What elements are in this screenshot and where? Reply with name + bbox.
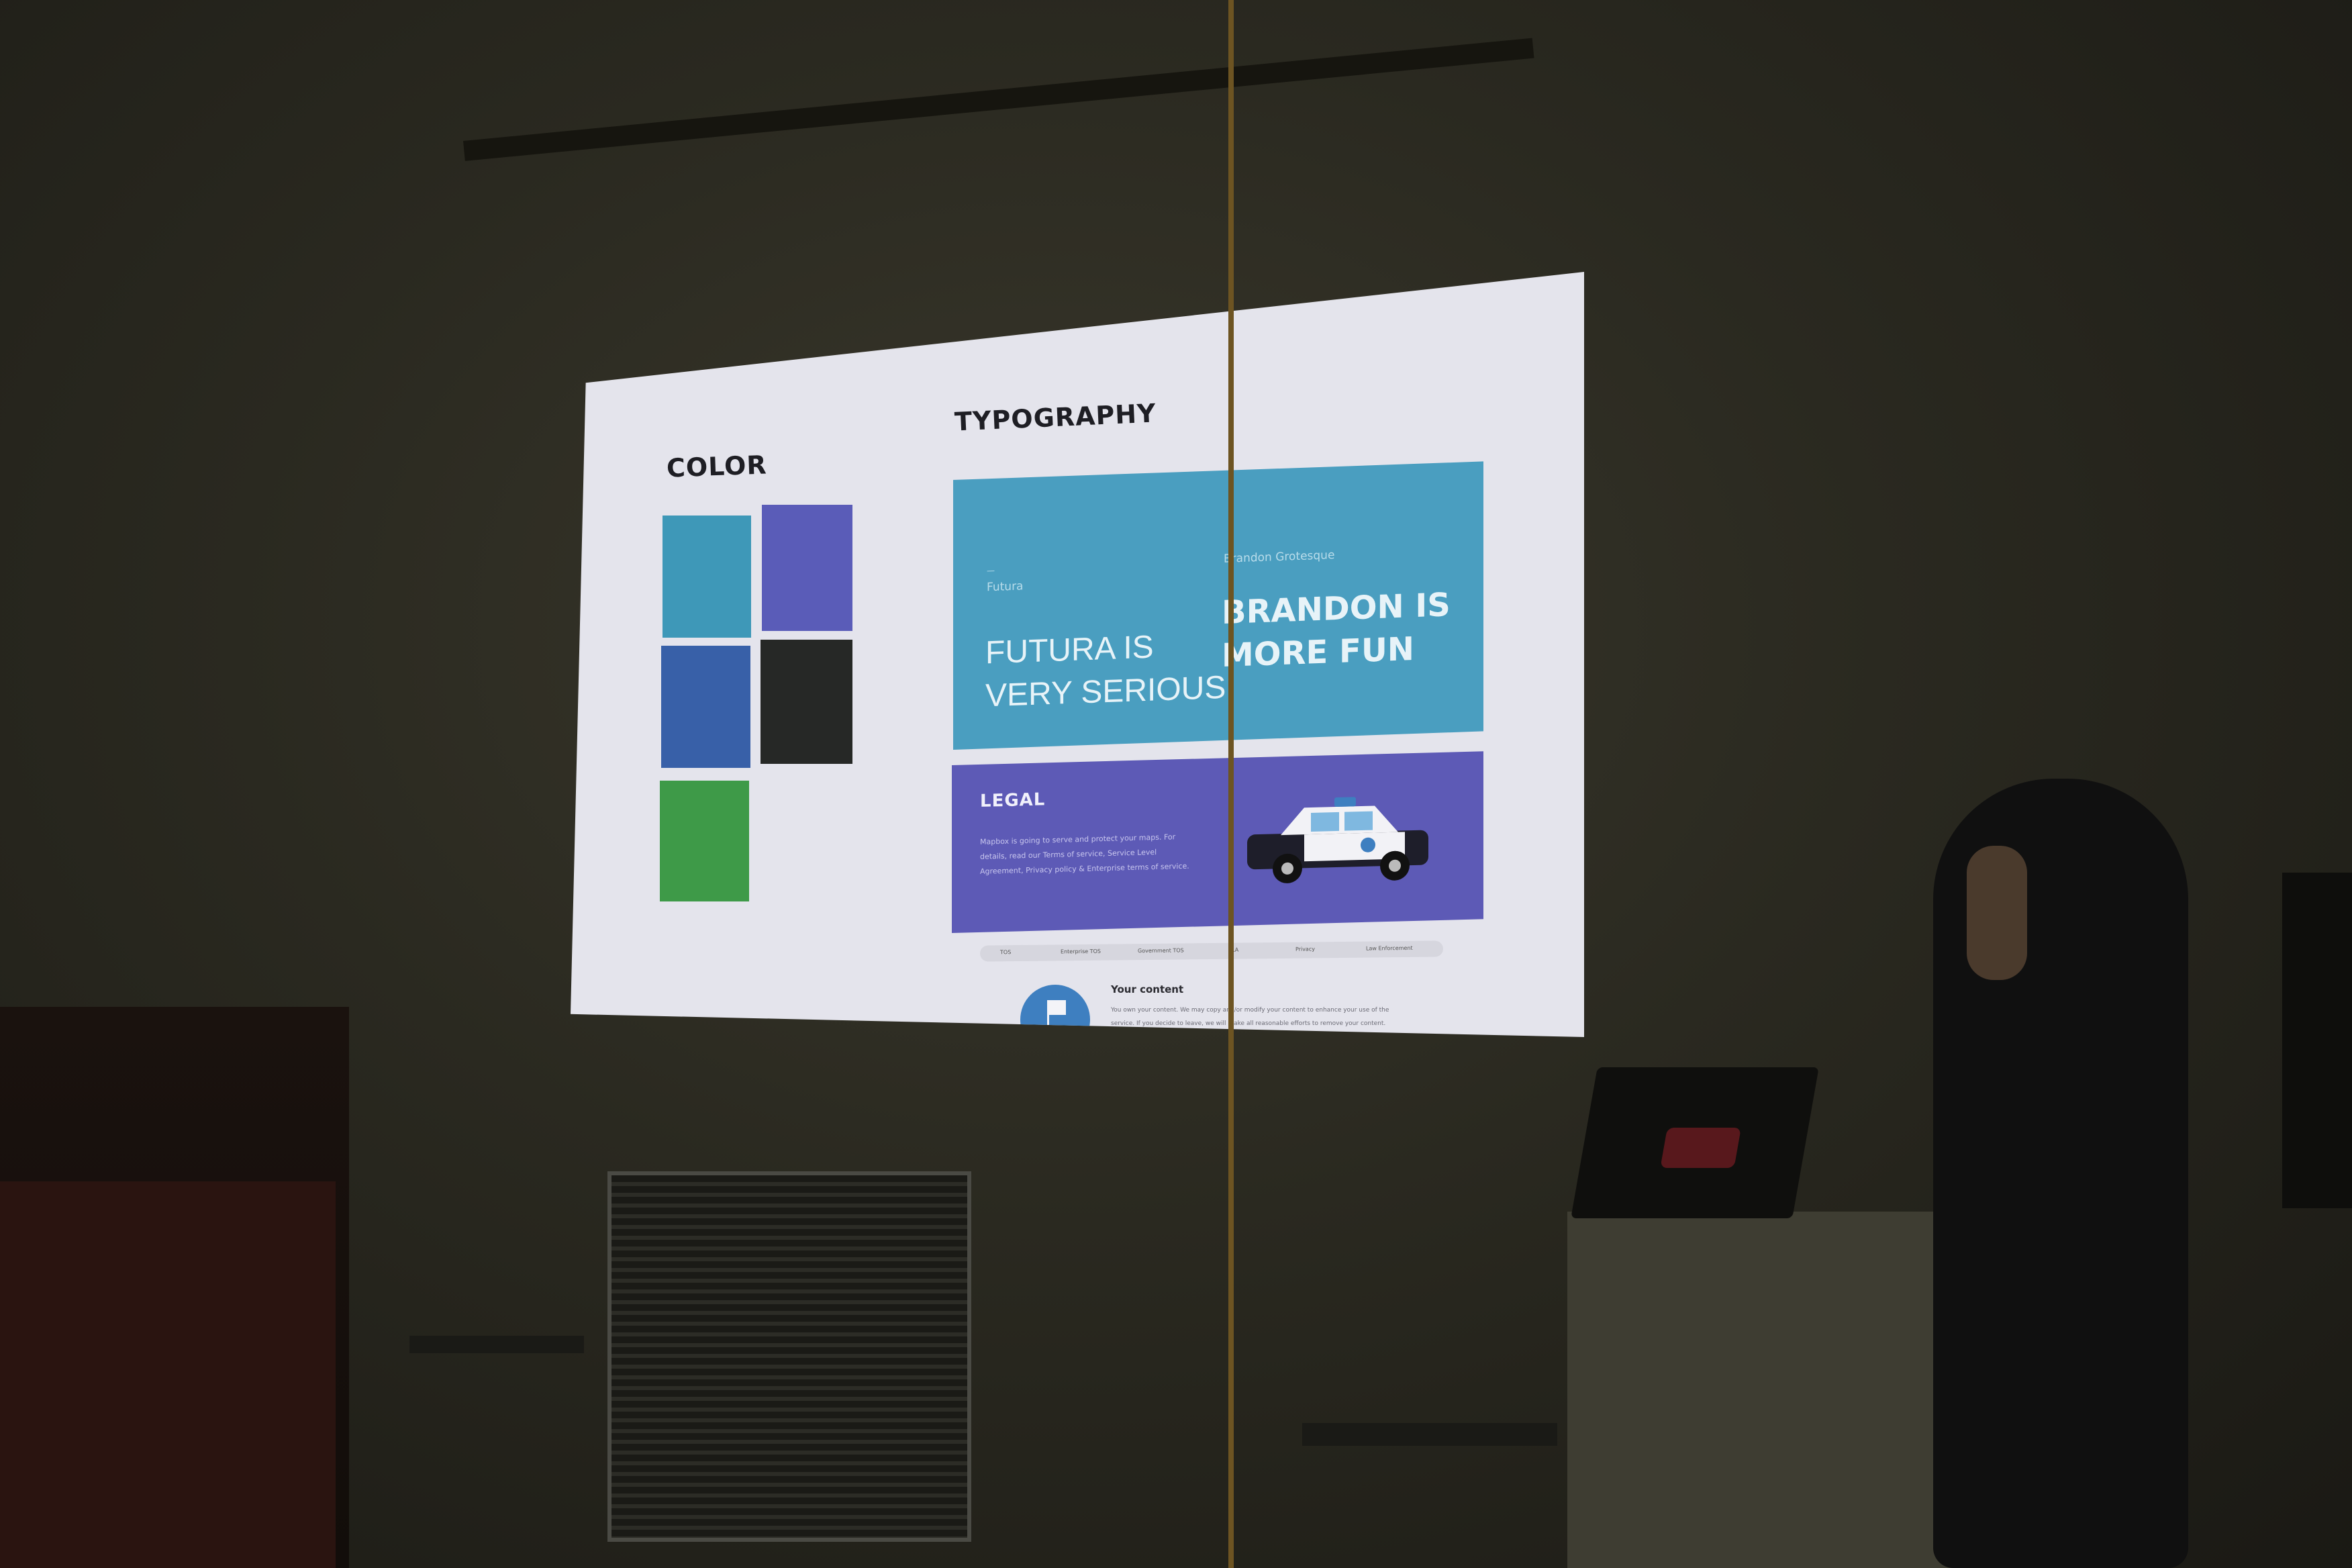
- brandon-sample: BRANDON IS MORE FUN: [1222, 583, 1451, 677]
- stool-right: [1302, 1423, 1557, 1446]
- futura-label: Futura: [987, 579, 1024, 595]
- tab-tos[interactable]: TOS: [1000, 949, 1011, 955]
- color-swatch-purple: [762, 505, 852, 631]
- presenter-face: [1967, 846, 2027, 980]
- color-swatch-green: [660, 781, 749, 901]
- your-content-title: Your content: [1111, 983, 1184, 995]
- podium: [1567, 1212, 1957, 1568]
- tab-privacy[interactable]: Privacy: [1295, 946, 1315, 952]
- futura-small-label: —: [987, 565, 995, 576]
- brandon-line-2: MORE FUN: [1222, 630, 1414, 675]
- typography-card: — Futura Brandon Grotesque FUTURA IS VER…: [953, 461, 1483, 750]
- stool-left: [409, 1336, 584, 1353]
- your-content-text: You own your content. We may copy and/or…: [1111, 1007, 1389, 1027]
- futura-sample: FUTURA IS VERY SERIOUS: [985, 624, 1226, 718]
- tool-cabinet: [0, 1181, 336, 1568]
- tab-law-enforcement[interactable]: Law Enforcement: [1366, 945, 1413, 952]
- tab-enterprise-tos[interactable]: Enterprise TOS: [1061, 948, 1101, 955]
- typography-heading: TYPOGRAPHY: [954, 398, 1157, 437]
- legal-title: LEGAL: [980, 789, 1046, 812]
- legal-card: LEGAL Mapbox is going to serve and prote…: [952, 751, 1483, 933]
- hanging-cord: [1228, 0, 1234, 1568]
- projected-slide: COLOR TYPOGRAPHY — Futura Brandon Grotes…: [571, 272, 1584, 1037]
- laptop-sticker: [1660, 1128, 1741, 1168]
- legal-body: Mapbox is going to serve and protect you…: [980, 832, 1189, 876]
- futura-line-2: VERY SERIOUS: [985, 669, 1226, 714]
- legal-tab-bar[interactable]: TOS Enterprise TOS Government TOS SLA Pr…: [979, 940, 1444, 962]
- police-car-illustration: [1247, 797, 1428, 883]
- color-heading: COLOR: [666, 450, 768, 483]
- color-swatch-blue: [661, 646, 750, 768]
- wall-vent: [607, 1171, 971, 1542]
- color-swatch-dark: [761, 640, 852, 764]
- brandon-label: Brandon Grotesque: [1224, 548, 1335, 566]
- brandon-line-1: BRANDON IS: [1222, 586, 1451, 632]
- laptop: [1571, 1067, 1819, 1218]
- monitor: [2282, 873, 2352, 1208]
- color-swatch-teal: [663, 516, 751, 638]
- flag-icon: [1048, 1000, 1066, 1015]
- tab-government-tos[interactable]: Government TOS: [1138, 947, 1184, 954]
